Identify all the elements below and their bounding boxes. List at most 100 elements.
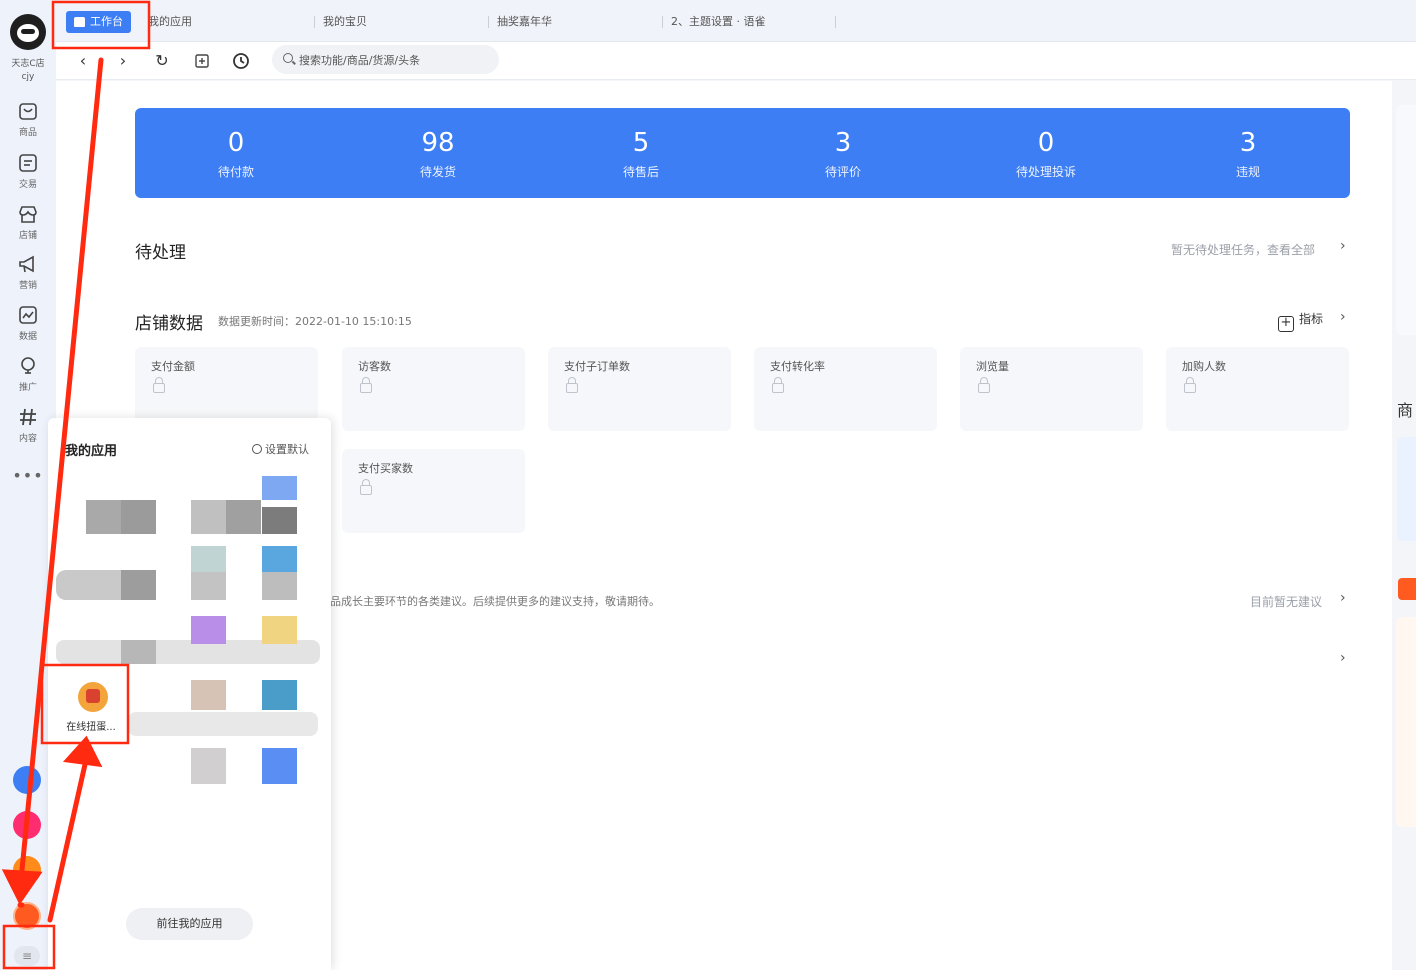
metric-card[interactable]: 加购人数 (1166, 347, 1349, 431)
side-logo-icon (1398, 578, 1416, 600)
metric-title: 支付子订单数 (564, 360, 630, 373)
metric-card[interactable]: 支付子订单数 (548, 347, 731, 431)
tab-theme-settings[interactable]: 2、主题设置 · 语雀 (671, 11, 766, 33)
blurred-app-icon[interactable] (86, 500, 121, 534)
blurred-app-icon[interactable] (262, 616, 297, 644)
tab-divider (314, 16, 315, 28)
stat-label: 待发货 (419, 165, 456, 179)
blurred-app-icon[interactable] (121, 500, 156, 534)
stat-value: 3 (834, 128, 852, 158)
blurred-app-icon[interactable] (262, 507, 297, 534)
tab-my-items[interactable]: 我的宝贝 (323, 11, 367, 33)
metric-card[interactable]: 访客数 (342, 347, 525, 431)
my-apps-icon[interactable] (13, 902, 41, 930)
rail-item-store[interactable]: 店铺 (0, 203, 56, 249)
app-label: 在线扭蛋... (66, 722, 116, 733)
pinned-app-3-icon[interactable] (13, 856, 41, 884)
stat-complaints[interactable]: 0 待处理投诉 (945, 108, 1147, 198)
chevron-right-icon[interactable]: › (1340, 238, 1346, 254)
rail-item-trade[interactable]: 交易 (0, 152, 56, 198)
blurred-app-icon[interactable] (191, 500, 226, 534)
my-apps-popup: 我的应用 设置默认 在线扭蛋... 前往我的应用 (48, 418, 331, 970)
blurred-app-icon[interactable] (262, 476, 297, 500)
blurred-app-icon[interactable] (226, 500, 261, 534)
rail-item-marketing[interactable]: 营销 (0, 253, 56, 299)
blurred-app-icon[interactable] (262, 546, 297, 572)
blurred-app-icon[interactable] (191, 680, 226, 710)
bulb-icon (21, 357, 35, 374)
chart-icon (19, 306, 37, 324)
metric-card[interactable]: 支付转化率 (754, 347, 937, 431)
metric-card[interactable]: 支付买家数 (342, 449, 525, 533)
forward-button[interactable]: › (112, 50, 134, 72)
suggestion-link[interactable]: 目前暂无建议 (1250, 593, 1322, 610)
lock-icon (153, 377, 165, 393)
rail-item-label: 店铺 (18, 231, 37, 241)
blurred-app-icon[interactable] (191, 572, 226, 600)
history-icon[interactable] (230, 50, 252, 72)
right-side-panel: 商 (1392, 81, 1416, 970)
stat-value: 5 (632, 128, 650, 158)
pinned-app-1-icon[interactable] (13, 766, 41, 794)
blurred-app-icon[interactable] (121, 570, 156, 600)
stat-pending-payment[interactable]: 0 待付款 (135, 108, 337, 198)
stat-value: 98 (421, 128, 455, 158)
add-bookmark-icon[interactable] (191, 50, 213, 72)
chevron-right-icon[interactable]: › (1340, 309, 1346, 325)
blurred-app-icon[interactable] (191, 748, 226, 784)
metric-title: 访客数 (358, 360, 391, 373)
gacha-icon (78, 682, 108, 712)
metric-title: 支付买家数 (358, 462, 413, 475)
side-banner[interactable] (1397, 437, 1416, 541)
rail-item-label: 交易 (18, 180, 37, 190)
blurred-app-icon[interactable] (262, 748, 297, 784)
tab-bar: 工作台 我的应用 我的宝贝 抽奖嘉年华 2、主题设置 · 语雀 (56, 0, 1416, 42)
pending-title: 待处理 (135, 243, 186, 263)
rail-item-label: 营销 (18, 281, 37, 291)
shop-user: cjy (21, 72, 35, 82)
stat-pending-review[interactable]: 3 待评价 (742, 108, 944, 198)
stat-value: 0 (1037, 128, 1055, 158)
tab-lottery[interactable]: 抽奖嘉年华 (497, 11, 552, 33)
refresh-button[interactable]: ↻ (151, 50, 173, 72)
blurred-app-icon[interactable] (262, 680, 297, 710)
rail-item-promotion[interactable]: 推广 (0, 355, 56, 401)
shop-data-updated: 数据更新时间：2022-01-10 15:10:15 (218, 315, 412, 328)
stat-after-sales[interactable]: 5 待售后 (540, 108, 742, 198)
lock-icon (360, 479, 372, 495)
menu-toggle-icon[interactable]: ≡ (14, 946, 40, 966)
tab-divider (488, 16, 489, 28)
blurred-app-icon[interactable] (191, 546, 226, 572)
search-input[interactable]: 搜索功能/商品/货源/头条 (272, 45, 499, 74)
stat-label: 待处理投诉 (1015, 165, 1076, 179)
blurred-app-icon[interactable] (262, 572, 297, 600)
back-button[interactable]: ‹ (72, 50, 94, 72)
rail-item-data[interactable]: 数据 (0, 304, 56, 350)
stat-pending-shipment[interactable]: 98 待发货 (337, 108, 539, 198)
tab-divider (662, 16, 663, 28)
rail-item-label: 数据 (18, 332, 37, 342)
pinned-app-2-icon[interactable] (13, 811, 41, 839)
toolbar: ‹ › ↻ 搜索功能/商品/货源/头条 (56, 42, 1416, 80)
tab-divider (835, 16, 836, 28)
rail-item-goods[interactable]: 商品 (0, 100, 56, 146)
blurred-app-icon[interactable] (191, 616, 226, 644)
order-stats-banner: 0 待付款 98 待发货 5 待售后 3 待评价 0 待处理投诉 3 违规 (135, 108, 1350, 198)
chevron-right-icon[interactable]: › (1340, 590, 1346, 606)
chevron-right-icon[interactable]: › (1340, 650, 1346, 666)
tab-workbench[interactable]: 工作台 (66, 11, 131, 33)
pending-view-all-link[interactable]: 暂无待处理任务，查看全部 (1171, 241, 1315, 258)
blurred-app-icon[interactable] (121, 640, 156, 664)
set-default-button[interactable]: 设置默认 (252, 441, 309, 457)
tab-my-apps[interactable]: 我的应用 (148, 11, 192, 33)
indicator-button[interactable]: + 指标 (1278, 310, 1323, 332)
shop-avatar[interactable] (10, 14, 46, 50)
stat-violations[interactable]: 3 违规 (1147, 108, 1349, 198)
lock-icon (978, 377, 990, 393)
goto-my-apps-button[interactable]: 前往我的应用 (126, 908, 253, 940)
metric-card[interactable]: 浏览量 (960, 347, 1143, 431)
metric-title: 支付转化率 (770, 360, 825, 373)
settings-icon (252, 444, 262, 454)
online-gacha-app[interactable]: 在线扭蛋... (56, 676, 118, 734)
stat-label: 待付款 (217, 165, 254, 179)
